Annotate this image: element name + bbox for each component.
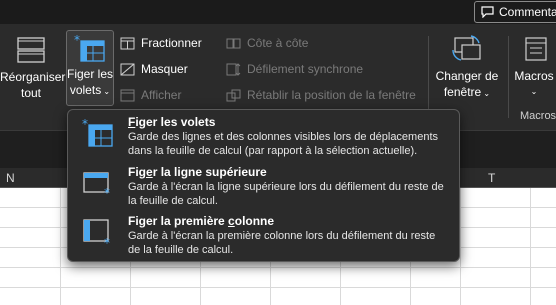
unhide-label: Afficher (141, 88, 182, 102)
svg-text:*: * (104, 236, 110, 247)
arrange-all-label-1: Réorganiser (0, 70, 66, 84)
menu-item-freeze-top-row[interactable]: * Figer la ligne supérieure Garde à l'éc… (74, 165, 454, 213)
menu-item-description: Garde à l'écran la première colonne lors… (128, 230, 436, 256)
group-separator (428, 36, 429, 118)
macros-label: Macros (514, 69, 554, 83)
synchronous-scrolling-icon (226, 62, 241, 76)
hide-button[interactable]: Masquer (120, 59, 188, 79)
arrange-all-label-2: tout (20, 86, 41, 100)
side-by-side-label: Côte à côte (247, 36, 309, 50)
freeze-panes-menu: * Figer les volets Garde des lignes et d… (67, 109, 460, 262)
menu-item-title: Figer les volets (128, 115, 216, 129)
side-by-side-button[interactable]: Côte à côte (226, 33, 308, 53)
chevron-down-icon: ⌄ (101, 87, 111, 96)
reset-window-position-button[interactable]: Rétablir la position de la fenêtre (226, 85, 416, 105)
comments-label: Commenta (499, 5, 556, 19)
svg-text:*: * (82, 118, 88, 131)
svg-text:*: * (104, 186, 110, 198)
title-strip: Commenta (0, 0, 556, 24)
unhide-button[interactable]: Afficher (120, 85, 181, 105)
group-separator (508, 36, 509, 118)
side-by-side-icon (226, 38, 241, 48)
freeze-first-column-icon: * (83, 219, 110, 247)
menu-item-description: Garde des lignes et des colonnes visible… (128, 131, 439, 157)
svg-text:*: * (74, 35, 80, 47)
column-header-n[interactable]: N (6, 171, 15, 185)
column-header-t[interactable]: T (488, 171, 495, 185)
grid-line (0, 287, 556, 288)
macros-group-label: Macros (520, 110, 556, 122)
switch-windows-button[interactable]: Changer de fenêtre ⌄ (432, 32, 502, 104)
freeze-top-row-icon: * (83, 172, 110, 198)
freeze-panes-button[interactable]: * Figer les volets ⌄ (66, 30, 114, 106)
freeze-panes-label-2: volets ⌄ (69, 83, 111, 97)
menu-item-description: Garde à l'écran la ligne supérieure lors… (128, 181, 444, 207)
split-icon (120, 37, 135, 49)
comment-icon (481, 6, 494, 18)
menu-item-freeze-first-column[interactable]: * Figer la première colonne Garde à l'éc… (74, 214, 454, 262)
hide-label: Masquer (141, 62, 188, 76)
comments-button[interactable]: Commenta (474, 1, 556, 23)
synchronous-scrolling-label: Défilement synchrone (247, 62, 364, 76)
chevron-down-icon: ⌄ (530, 87, 538, 96)
unhide-icon (120, 89, 135, 101)
switch-windows-label-1: Changer de (435, 69, 499, 83)
split-button[interactable]: Fractionner (120, 33, 202, 53)
switch-windows-label-2: fenêtre ⌄ (443, 85, 491, 99)
menu-item-title: Figer la ligne supérieure (128, 165, 267, 179)
arrange-all-icon (17, 37, 45, 63)
reset-window-position-label: Rétablir la position de la fenêtre (247, 88, 416, 102)
macros-icon (525, 37, 547, 61)
reset-window-position-icon (226, 89, 241, 101)
menu-item-freeze-panes[interactable]: * Figer les volets Garde des lignes et d… (74, 115, 454, 163)
arrange-all-button[interactable]: Réorganiser tout (0, 32, 66, 104)
hide-icon (120, 63, 135, 75)
synchronous-scrolling-button[interactable]: Défilement synchrone (226, 59, 363, 79)
split-label: Fractionner (141, 36, 202, 50)
freeze-panes-icon: * (74, 35, 105, 62)
macros-button[interactable]: Macros ⌄ (512, 32, 556, 104)
chevron-down-icon: ⌄ (481, 89, 491, 98)
switch-windows-icon (452, 35, 481, 61)
freeze-panes-label-1: Figer les (67, 67, 114, 81)
grid-line (0, 267, 556, 268)
freeze-panes-icon: * (82, 118, 113, 147)
menu-item-title: Figer la première colonne (128, 214, 275, 228)
